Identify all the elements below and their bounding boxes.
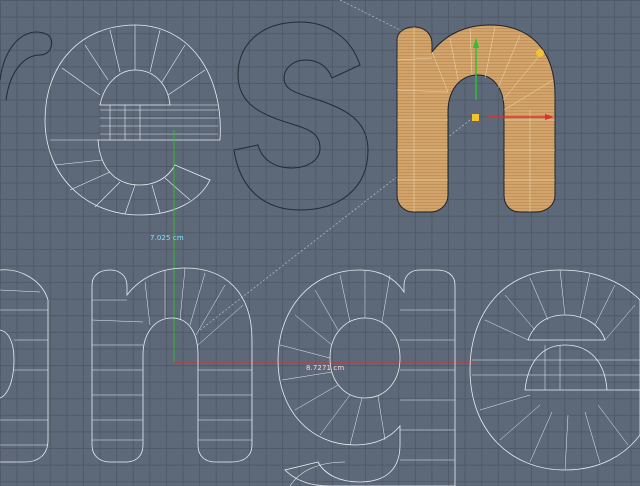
horizontal-measure-label: 8.7271 cm [306,364,345,372]
rotation-handle[interactable] [536,49,544,57]
glyph-s-top[interactable] [233,21,369,211]
glyph-e-bottom[interactable] [469,269,640,471]
glyph-g-bottom[interactable] [277,269,456,486]
3d-viewport[interactable]: 7.025 cm 8.7271 cm [0,0,640,486]
vertical-measure-label: 7.025 cm [150,234,184,242]
glyph-r-partial[interactable] [0,31,53,101]
glyph-a-partial[interactable] [0,269,49,463]
gizmo-center-handle[interactable] [472,114,479,121]
scene-canvas[interactable] [0,0,640,486]
glyph-e-top[interactable] [44,24,221,216]
glyph-n-bottom[interactable] [91,267,253,463]
